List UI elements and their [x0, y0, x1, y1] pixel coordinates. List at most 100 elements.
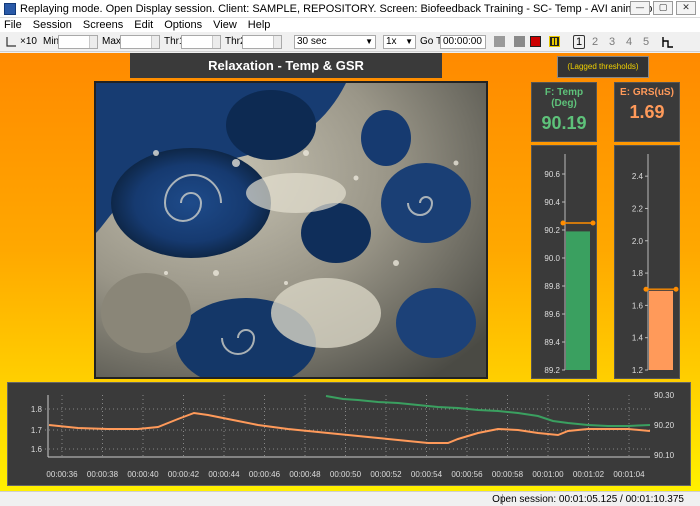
- right-axis-label: 90.10: [654, 451, 675, 460]
- temp-scale-label: 89.4: [544, 338, 560, 347]
- gsr-scale-label: 2.2: [632, 204, 644, 213]
- page-3-button[interactable]: 3: [609, 35, 615, 49]
- control-square-button[interactable]: [494, 36, 505, 47]
- temp-scale-label: 89.8: [544, 282, 560, 291]
- gsr-trend-line: [48, 411, 651, 444]
- gsr-bar-panel: 2.4 2.2 2.0 1.8 1.6 1.4 1.2: [614, 145, 680, 379]
- max-input[interactable]: [120, 35, 160, 49]
- min-label: Min: [43, 36, 60, 47]
- menu-view[interactable]: View: [213, 19, 237, 31]
- step-graph-icon[interactable]: [662, 36, 674, 48]
- speed-value: 1x: [386, 36, 397, 47]
- temp-trend-line: [325, 395, 651, 427]
- time-tick-label: 00:00:56: [451, 470, 483, 479]
- menu-edit[interactable]: Edit: [134, 19, 153, 31]
- left-axis-label: 1.7: [31, 426, 43, 435]
- time-tick-label: 00:00:58: [492, 470, 524, 479]
- session-time-status: Open session: 00:01:05.125 / 00:01:10.37…: [492, 494, 684, 505]
- temp-value-box: F: Temp (Deg) 90.19: [531, 82, 597, 142]
- page-1-button[interactable]: 1: [573, 35, 586, 49]
- screen-title-banner: Relaxation - Temp & GSR: [130, 53, 442, 78]
- menu-session[interactable]: Session: [33, 19, 72, 31]
- maximize-button[interactable]: ▢: [653, 1, 673, 15]
- window-title: Replaying mode. Open Display session. Cl…: [20, 2, 659, 15]
- right-axis-label: 90.20: [654, 421, 675, 430]
- time-tick-label: 00:00:52: [370, 470, 402, 479]
- time-tick-label: 00:00:38: [87, 470, 119, 479]
- toolbar: ×10 Min Max Thr1 Thr2 30 sec ▼ 1x ▼ Go T…: [0, 32, 700, 52]
- chevron-down-icon: ▼: [365, 37, 373, 46]
- thr2-input[interactable]: [242, 35, 282, 49]
- time-tick-label: 00:00:48: [289, 470, 321, 479]
- display-workspace: Relaxation - Temp & GSR (Lagged threshol…: [0, 53, 700, 491]
- temp-scale-label: 90.0: [544, 254, 560, 263]
- time-tick-label: 00:00:42: [168, 470, 200, 479]
- min-input[interactable]: [58, 35, 98, 49]
- temp-bar-graph: 90.6 90.4 90.2 90.0 89.8 89.6 89.4 89.2: [544, 154, 596, 375]
- temp-level-bar: [566, 231, 590, 370]
- temp-scale-label: 90.6: [544, 170, 560, 179]
- goto-input[interactable]: 00:00:00: [440, 35, 486, 49]
- time-tick-label: 00:01:04: [613, 470, 645, 479]
- temp-bar-panel: 90.6 90.4 90.2 90.0 89.8 89.6 89.4 89.2: [531, 145, 597, 379]
- temp-scale-label: 90.2: [544, 226, 560, 235]
- fractal-animation-image: [96, 83, 486, 377]
- control-square-button-2[interactable]: [514, 36, 525, 47]
- menu-options[interactable]: Options: [164, 19, 202, 31]
- page-4-button[interactable]: 4: [626, 35, 632, 49]
- page-2-button[interactable]: 2: [592, 35, 598, 49]
- title-bar: Replaying mode. Open Display session. Cl…: [0, 0, 700, 18]
- time-tick-label: 00:00:54: [411, 470, 443, 479]
- minimize-button[interactable]: —: [630, 1, 650, 15]
- stop-button[interactable]: [530, 36, 541, 47]
- menu-help[interactable]: Help: [248, 19, 271, 31]
- gsr-scale-label: 1.6: [632, 301, 644, 310]
- gsr-scale-label: 1.4: [632, 334, 644, 343]
- gsr-scale-label: 1.2: [632, 366, 644, 375]
- temp-threshold-marker: [590, 220, 596, 226]
- gsr-label: E: GRS(uS): [620, 87, 674, 98]
- pause-icon: [552, 38, 557, 45]
- gsr-threshold-marker: [673, 286, 679, 292]
- lagged-thresholds-label: (Lagged thresholds): [557, 56, 649, 78]
- time-tick-label: 00:00:50: [330, 470, 362, 479]
- close-button[interactable]: ✕: [676, 1, 696, 15]
- trend-graph-panel: 00:00:36 00:00:38 00:00:40 00:00:42 00:00:44…: [7, 382, 691, 486]
- axis-icon[interactable]: [6, 37, 16, 47]
- gsr-scale-label: 2.0: [632, 237, 644, 246]
- trend-graph: 00:00:36 00:00:38 00:00:40 00:00:42 00:00:44…: [31, 391, 675, 479]
- temp-scale-label: 90.4: [544, 198, 560, 207]
- goto-value: 00:00:00: [443, 36, 482, 47]
- temp-scale-label: 89.6: [544, 310, 560, 319]
- gsr-value: 1.69: [629, 102, 665, 122]
- gsr-level-bar: [649, 290, 673, 370]
- time-tick-label: 00:00:40: [127, 470, 159, 479]
- menu-file[interactable]: File: [4, 19, 22, 31]
- max-label: Max: [102, 36, 121, 47]
- gsr-threshold-marker: [643, 286, 649, 292]
- thr1-input[interactable]: [181, 35, 221, 49]
- gsr-scale-label: 2.4: [632, 172, 644, 181]
- animation-frame: [94, 81, 488, 379]
- gsr-bar-graph: 2.4 2.2 2.0 1.8 1.6 1.4 1.2: [632, 154, 679, 375]
- gsr-value-box: E: GRS(uS) 1.69: [614, 82, 680, 142]
- time-tick-label: 00:00:36: [46, 470, 78, 479]
- time-tick-label: 00:00:44: [208, 470, 240, 479]
- time-tick-label: 00:01:00: [532, 470, 564, 479]
- status-bar: Open session: 00:01:05.125 / 00:01:10.37…: [0, 491, 700, 506]
- pause-button[interactable]: [549, 36, 560, 47]
- menu-bar: File Session Screens Edit Options View H…: [0, 18, 700, 32]
- speed-select[interactable]: 1x ▼: [383, 35, 416, 49]
- duration-select[interactable]: 30 sec ▼: [294, 35, 376, 49]
- zoom-label[interactable]: ×10: [20, 35, 37, 49]
- time-tick-label: 00:01:02: [573, 470, 605, 479]
- temp-threshold-marker: [560, 220, 566, 226]
- chevron-down-icon: ▼: [405, 37, 413, 46]
- right-axis-label: 90.30: [654, 391, 675, 400]
- temp-value: 90.19: [541, 113, 587, 133]
- left-axis-label: 1.8: [31, 405, 43, 414]
- page-5-button[interactable]: 5: [643, 35, 649, 49]
- menu-screens[interactable]: Screens: [83, 19, 123, 31]
- temp-label: F: Temp (Deg): [544, 87, 584, 109]
- gsr-scale-label: 1.8: [632, 269, 644, 278]
